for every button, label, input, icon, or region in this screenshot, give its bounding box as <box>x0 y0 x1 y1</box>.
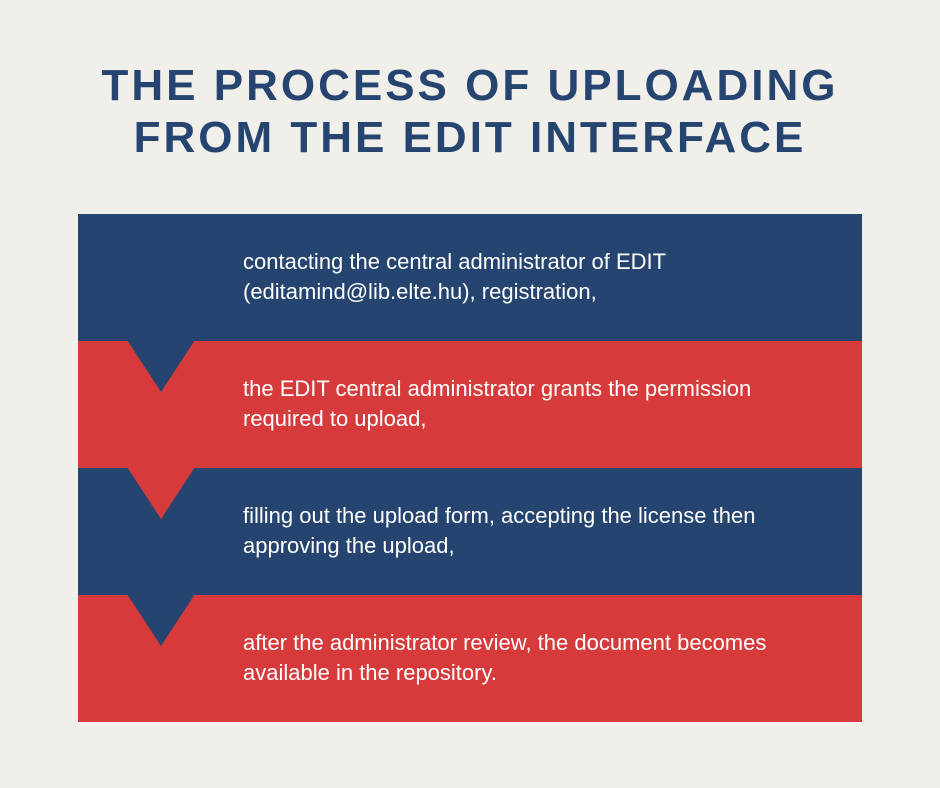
step-4-text: after the administrator review, the docu… <box>243 628 862 690</box>
step-2: the EDIT central administrator grants th… <box>78 341 862 468</box>
arrow-zone-2 <box>78 341 243 468</box>
arrow-zone-3 <box>78 468 243 595</box>
arrow-zone-4 <box>78 595 243 722</box>
step-2-text: the EDIT central administrator grants th… <box>243 374 862 436</box>
step-3: filling out the upload form, accepting t… <box>78 468 862 595</box>
diagram-title: THE PROCESS OF UPLOADING FROM THE EDIT I… <box>40 60 900 164</box>
step-1: contacting the central administrator of … <box>78 214 862 341</box>
diagram-container: THE PROCESS OF UPLOADING FROM THE EDIT I… <box>0 0 940 762</box>
chevron-down-icon <box>127 594 195 646</box>
chevron-down-icon <box>127 467 195 519</box>
arrow-zone-1 <box>78 214 243 341</box>
chevron-down-icon <box>127 340 195 392</box>
step-1-text: contacting the central administrator of … <box>243 247 862 309</box>
process-steps: contacting the central administrator of … <box>78 214 862 722</box>
step-4: after the administrator review, the docu… <box>78 595 862 722</box>
step-3-text: filling out the upload form, accepting t… <box>243 501 862 563</box>
